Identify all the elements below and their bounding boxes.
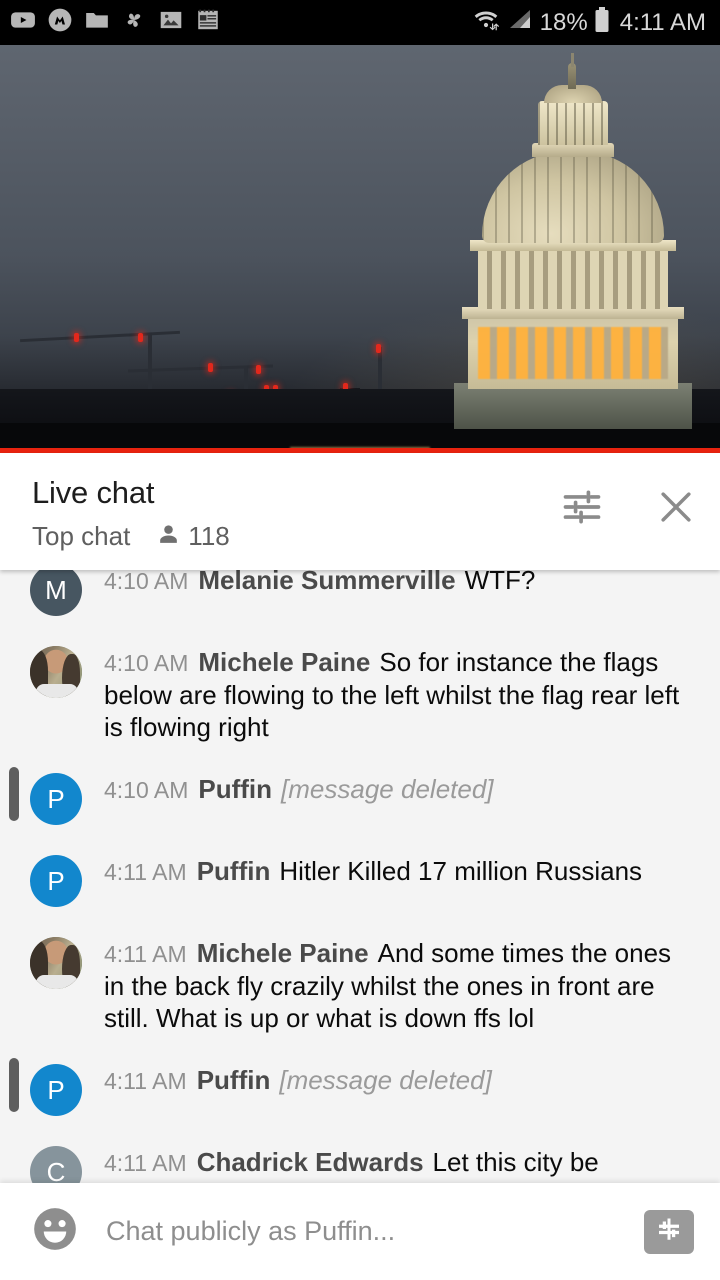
message-timestamp: 4:10 AM — [104, 650, 189, 676]
flag-light — [376, 344, 381, 353]
chat-message-line: 4:11 AM Puffin [message deleted] — [104, 1064, 690, 1097]
message-text: WTF? — [464, 570, 536, 595]
message-author[interactable]: Puffin — [198, 774, 272, 804]
pinwheel-icon — [121, 7, 147, 38]
avatar[interactable] — [30, 646, 82, 698]
capitol-dome-neck — [532, 143, 614, 157]
chat-message-line: 4:11 AM Puffin Hitler Killed 17 million Ru… — [104, 855, 690, 888]
chat-message-line: 4:10 AM Puffin [message deleted] — [104, 773, 690, 806]
message-author[interactable]: Michele Paine — [197, 938, 369, 968]
deleted-message-indicator — [9, 767, 19, 821]
battery-percent-label: 18% — [539, 8, 588, 36]
live-video-player[interactable] — [0, 45, 720, 449]
folder-icon — [84, 7, 110, 38]
capitol-lit-windows — [478, 327, 668, 379]
crane-light — [256, 365, 261, 374]
capitol-dome — [448, 53, 698, 429]
chat-message[interactable]: C 4:11 AM Chadrick Edwards Let this city be… — [0, 1130, 720, 1183]
message-author[interactable]: Melanie Summerville — [198, 570, 455, 595]
photos-icon — [158, 7, 184, 38]
dollar-icon — [654, 1214, 684, 1249]
youtube-icon — [10, 7, 36, 38]
super-chat-button[interactable] — [644, 1209, 694, 1254]
live-chat-screen: 18% 4:11 AM Live chat Top chat 118 M 4:1… — [0, 0, 720, 1280]
viewer-count-label: 118 — [188, 521, 230, 551]
chat-message[interactable]: M 4:10 AM Melanie Summerville WTF? — [0, 570, 720, 630]
chat-message-line: 4:10 AM Michele Paine So for instance the … — [104, 646, 690, 743]
chat-message-body: 4:10 AM Michele Paine So for instance the … — [104, 644, 690, 743]
avatar[interactable]: P — [30, 773, 82, 825]
avatar[interactable]: M — [30, 570, 82, 616]
message-author[interactable]: Chadrick Edwards — [197, 1147, 424, 1177]
chat-message-body: 4:11 AM Chadrick Edwards Let this city be … — [104, 1144, 690, 1183]
message-deleted-text: [message deleted] — [281, 774, 494, 804]
avatar[interactable] — [30, 937, 82, 989]
notes-icon — [195, 7, 221, 38]
person-icon — [156, 522, 181, 552]
chat-message[interactable]: 4:10 AM Michele Paine So for instance the … — [0, 630, 720, 757]
messenger-icon — [47, 7, 73, 38]
chat-message-body: 4:11 AM Puffin [message deleted] — [104, 1062, 690, 1097]
chat-message-body: 4:11 AM Michele Paine And some times the o… — [104, 935, 690, 1034]
page-title: Live chat — [32, 475, 155, 510]
deleted-message-indicator — [9, 1058, 19, 1112]
message-author[interactable]: Michele Paine — [198, 647, 370, 677]
chat-message[interactable]: 4:11 AM Michele Paine And some times the o… — [0, 921, 720, 1048]
status-bar: 18% 4:11 AM — [0, 0, 720, 45]
crane-light — [208, 363, 213, 372]
capitol-dome-shell — [482, 151, 664, 243]
close-icon[interactable] — [654, 485, 698, 529]
chat-message-line: 4:10 AM Melanie Summerville WTF? — [104, 570, 690, 597]
capitol-lantern — [538, 101, 608, 145]
chat-header-actions — [560, 485, 698, 529]
message-text: So for instance the flags below are flow… — [104, 647, 680, 742]
status-bar-clock: 4:11 AM — [619, 8, 706, 36]
chat-input-bar: Chat publicly as Puffin... — [0, 1183, 720, 1280]
chat-message-list[interactable]: M 4:10 AM Melanie Summerville WTF? 4:10 AM Mi… — [0, 570, 720, 1183]
emoji-icon[interactable] — [30, 1204, 80, 1259]
message-timestamp: 4:10 AM — [104, 777, 189, 803]
chat-message[interactable]: P 4:11 AM Puffin Hitler Killed 17 million R… — [0, 839, 720, 921]
cellular-signal-icon — [507, 7, 533, 38]
message-timestamp: 4:11 AM — [104, 859, 187, 885]
chat-input-field[interactable]: Chat publicly as Puffin... — [106, 1216, 644, 1247]
chat-message-body: 4:10 AM Puffin [message deleted] — [104, 771, 690, 806]
message-deleted-text: [message deleted] — [279, 1065, 492, 1095]
viewer-count: 118 — [156, 521, 230, 552]
chat-message[interactable]: P 4:11 AM Puffin [message deleted] — [0, 1048, 720, 1130]
status-bar-system-icons: 18% 4:11 AM — [472, 6, 706, 39]
crane-light — [74, 333, 79, 342]
message-timestamp: 4:11 AM — [104, 1068, 187, 1094]
status-bar-notification-icons — [10, 7, 221, 38]
wifi-icon — [472, 7, 502, 38]
chat-message-line: 4:11 AM Chadrick Edwards Let this city be … — [104, 1146, 690, 1183]
avatar-photo-shirt — [36, 975, 78, 989]
battery-icon — [593, 6, 611, 39]
capitol-spire — [571, 53, 574, 67]
chat-message-line: 4:11 AM Michele Paine And some times the o… — [104, 937, 690, 1034]
message-author[interactable]: Puffin — [197, 1065, 271, 1095]
message-timestamp: 4:11 AM — [104, 941, 187, 967]
message-text: Hitler Killed 17 million Russians — [279, 856, 643, 886]
capitol-base — [454, 383, 692, 429]
message-text: And some times the ones in the back fly … — [104, 938, 672, 1033]
message-author[interactable]: Puffin — [197, 856, 271, 886]
live-chat-header: Live chat Top chat 118 — [0, 453, 720, 570]
avatar[interactable]: P — [30, 1064, 82, 1116]
chat-message-body: 4:10 AM Melanie Summerville WTF? — [104, 570, 690, 597]
chat-message[interactable]: P 4:10 AM Puffin [message deleted] — [0, 757, 720, 839]
chat-mode-label[interactable]: Top chat — [32, 521, 130, 552]
avatar-photo-shirt — [36, 684, 78, 698]
message-timestamp: 4:11 AM — [104, 1150, 187, 1176]
capitol-drum — [478, 249, 668, 309]
tune-icon[interactable] — [560, 485, 604, 529]
message-timestamp: 4:10 AM — [104, 570, 189, 594]
avatar[interactable]: P — [30, 855, 82, 907]
chat-subheader: Top chat 118 — [32, 521, 230, 552]
avatar[interactable]: C — [30, 1146, 82, 1183]
crane-light — [138, 333, 143, 342]
chat-message-body: 4:11 AM Puffin Hitler Killed 17 million Ru… — [104, 853, 690, 888]
